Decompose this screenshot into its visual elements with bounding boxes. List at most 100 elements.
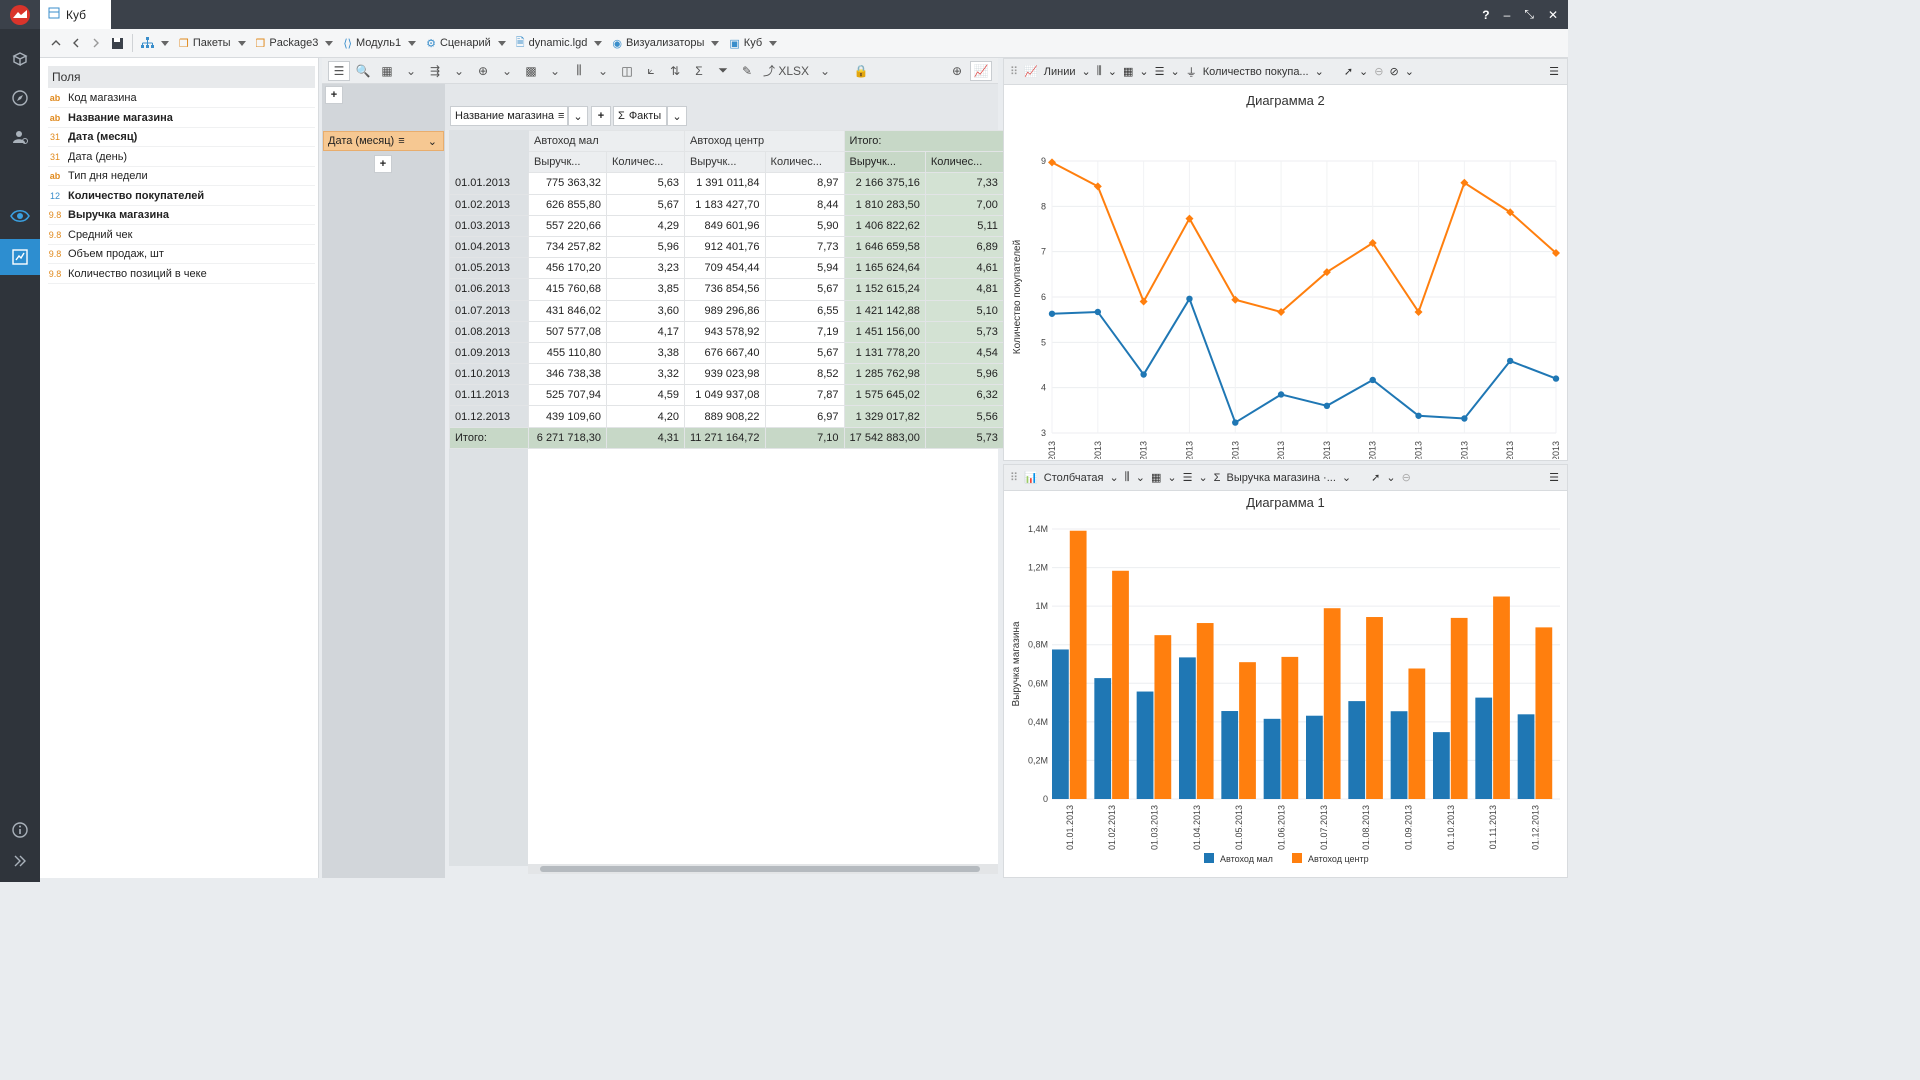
table-cell[interactable]: 989 296,86 (684, 299, 766, 322)
row-header-cell[interactable]: 01.10.2013 (449, 363, 529, 386)
table-cell[interactable]: 939 023,98 (684, 363, 766, 386)
list-view-icon[interactable]: ☰ (328, 60, 350, 81)
pointer-icon[interactable]: ➚ (1371, 471, 1380, 484)
restore-button[interactable]: ⤡ (1524, 7, 1534, 22)
sort-icon[interactable]: ⇅ (664, 61, 686, 81)
add-row-dimension-button[interactable]: + (374, 155, 392, 173)
close-button[interactable]: ✕ (1548, 8, 1558, 22)
measure-header[interactable]: Выручк... (684, 151, 766, 174)
nav-item-package3[interactable]: ❒ Package3 (251, 32, 339, 54)
measure-header[interactable]: Количес... (606, 151, 685, 174)
menu-icon[interactable]: ☰ (1549, 471, 1559, 484)
chevron-down-icon[interactable]: ⌄ (1386, 471, 1395, 484)
table-cell[interactable]: 8,97 (764, 172, 845, 195)
save-button[interactable] (106, 32, 129, 54)
chevron-down-icon[interactable]: ⌄ (1136, 471, 1145, 484)
table-cell[interactable]: 557 220,66 (528, 214, 607, 237)
menu-icon[interactable]: ☰ (1549, 65, 1559, 78)
nav-item-cube[interactable]: ▣ Куб (724, 32, 782, 54)
field-item[interactable]: 9.8 Объем продаж, шт (48, 245, 315, 264)
field-item[interactable]: 9.8 Средний чек (48, 226, 315, 245)
row-header-cell[interactable]: 01.07.2013 (449, 299, 529, 322)
brush-icon[interactable]: ✎ (736, 61, 758, 81)
table-cell[interactable]: 431 846,02 (528, 299, 607, 322)
table-cell[interactable]: 5,67 (764, 278, 845, 301)
chevron-down-icon[interactable]: ⌄ (814, 61, 836, 81)
grid-icon[interactable]: ▩ (520, 61, 542, 81)
table-cell[interactable]: 1 810 283,50 (843, 193, 926, 216)
chevron-down-icon[interactable]: ⌄ (1198, 471, 1207, 484)
total-row-header[interactable]: Итого: (449, 426, 529, 449)
table-layout-icon[interactable]: ▦ (376, 61, 398, 81)
table-cell[interactable]: 6,32 (924, 384, 1004, 407)
measure-selector[interactable]: Выручка магазина ·... (1226, 472, 1335, 484)
table-cell[interactable]: 736 854,56 (684, 278, 766, 301)
column-group-header[interactable]: Автоход мал (528, 129, 685, 153)
row-header-cell[interactable]: 01.03.2013 (449, 214, 529, 237)
row-header-cell[interactable]: 01.04.2013 (449, 235, 529, 259)
table-cell[interactable]: 7,87 (764, 384, 845, 407)
drag-handle-icon[interactable]: ⠿ (1010, 471, 1018, 484)
chevron-down-icon[interactable]: ⌄ (544, 61, 566, 81)
add-visualizer-icon[interactable]: ⊕ (946, 61, 968, 81)
facts-chip[interactable]: Σ Факты (613, 106, 667, 126)
nav-item-visualizers[interactable]: ◉ Визуализаторы (607, 32, 724, 54)
table-cell[interactable]: 5,73 (924, 320, 1004, 343)
columns-icon[interactable]: ⫼ (1097, 65, 1102, 78)
table-cell[interactable]: 5,90 (764, 214, 845, 237)
table-cell[interactable]: 5,94 (764, 257, 845, 280)
table-cell[interactable]: 455 110,80 (528, 341, 607, 365)
table-cell[interactable]: 346 738,38 (528, 363, 607, 386)
table-cell[interactable]: 507 577,08 (528, 320, 607, 343)
table-cell[interactable]: 626 855,80 (528, 193, 607, 216)
table-cell[interactable]: 3,23 (606, 257, 685, 280)
table-cell[interactable]: 849 601,96 (684, 214, 766, 237)
table-cell[interactable]: 5,63 (606, 172, 685, 195)
measure-header[interactable]: Выручк... (528, 151, 607, 174)
table-cell[interactable]: 1 406 822,62 (843, 214, 926, 237)
table-cell[interactable]: 7,19 (764, 320, 845, 343)
columns-icon[interactable]: ⫼ (568, 61, 590, 81)
table-cell[interactable]: 456 170,20 (528, 257, 607, 280)
nav-item-scenario[interactable]: ⚙ Сценарий (421, 32, 511, 54)
row-header-cell[interactable]: 01.09.2013 (449, 341, 529, 365)
compass-icon[interactable] (0, 82, 40, 114)
table-cell[interactable]: 1 421 142,88 (843, 299, 926, 322)
table-cell[interactable]: 3,38 (606, 341, 685, 365)
table-cell[interactable]: 775 363,32 (528, 172, 607, 195)
table-cell[interactable]: 6,97 (764, 405, 845, 428)
total-cell[interactable]: 6 271 718,30 (528, 426, 607, 449)
table-cell[interactable]: 5,96 (924, 363, 1004, 386)
total-cell[interactable]: 11 271 164,72 (684, 426, 766, 449)
users-settings-icon[interactable] (0, 121, 40, 153)
table-cell[interactable]: 3,32 (606, 363, 685, 386)
table-cell[interactable]: 5,67 (606, 193, 685, 216)
chevron-down-icon[interactable]: ⌄ (1108, 65, 1117, 78)
chart-toggle-icon[interactable]: 📈 (970, 60, 992, 81)
table-cell[interactable]: 415 760,68 (528, 278, 607, 301)
chart-type-label[interactable]: Столбчатая (1044, 472, 1104, 484)
table-cell[interactable]: 3,85 (606, 278, 685, 301)
table-cell[interactable]: 1 131 778,20 (843, 341, 926, 365)
row-header-cell[interactable]: 01.12.2013 (449, 405, 529, 428)
zoom-icon[interactable]: ⊖ (1402, 471, 1411, 484)
table-cell[interactable]: 5,56 (924, 405, 1004, 428)
total-cell[interactable]: 5,73 (924, 426, 1004, 449)
table-cell[interactable]: 1 329 017,82 (843, 405, 926, 428)
table-cell[interactable]: 889 908,22 (684, 405, 766, 428)
field-item[interactable]: ab Код магазина (48, 89, 315, 108)
row-totals-icon[interactable]: ⇶ (424, 61, 446, 81)
table-cell[interactable]: 5,11 (924, 214, 1004, 237)
filter-icon[interactable]: ⏷ (712, 61, 734, 81)
total-column-header[interactable]: Итого: (843, 129, 1004, 153)
table-cell[interactable]: 5,10 (924, 299, 1004, 322)
sum-table-icon[interactable]: Σ (688, 61, 710, 81)
measure-header[interactable]: Количес... (924, 151, 1004, 174)
chevron-down-icon[interactable]: ⌄ (448, 61, 470, 81)
table-icon[interactable]: ▦ (1123, 65, 1133, 78)
table-cell[interactable]: 8,52 (764, 363, 845, 386)
table-cell[interactable]: 4,54 (924, 341, 1004, 365)
table-cell[interactable]: 3,60 (606, 299, 685, 322)
sigma-icon[interactable]: Σ (1214, 472, 1221, 484)
field-item[interactable]: 12 Количество покупателей (48, 187, 315, 206)
